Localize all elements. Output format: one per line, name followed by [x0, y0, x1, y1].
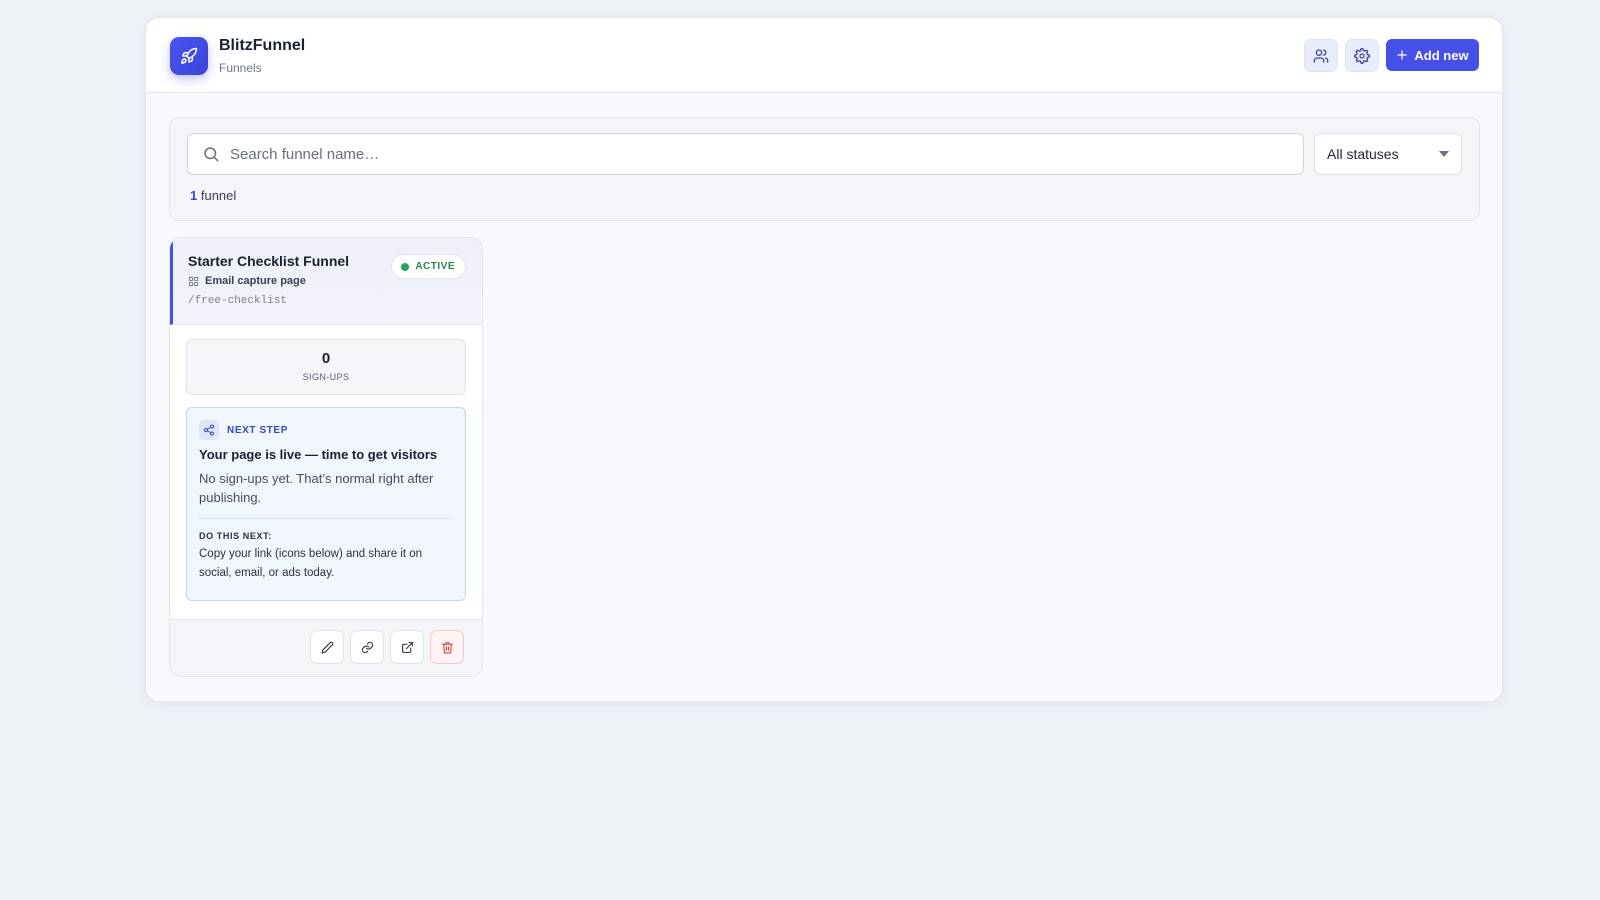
copy-link-button[interactable] [350, 630, 384, 664]
funnel-type-label: Email capture page [205, 275, 306, 287]
brand-name: BlitzFunnel [219, 37, 306, 54]
edit-button[interactable] [310, 630, 344, 664]
plus-icon [1397, 50, 1408, 60]
next-step-description: No sign-ups yet. That’s normal right aft… [199, 471, 434, 505]
link-icon [361, 641, 373, 653]
status-filter-select[interactable]: All statuses [1314, 133, 1462, 175]
settings-button[interactable] [1345, 39, 1379, 72]
layout-icon [188, 276, 199, 286]
funnel-card-actions [170, 619, 482, 676]
funnel-card: Starter Checklist Funnel Email capture p… [169, 237, 483, 677]
funnel-count: 1 funnel [190, 188, 236, 203]
filter-panel: All statuses 1 funnel [169, 117, 1480, 221]
open-page-button[interactable] [390, 630, 424, 664]
status-badge: ACTIVE [391, 254, 466, 279]
signups-value: 0 [321, 350, 331, 367]
do-this-next-text: Copy your link (icons below) and share i… [199, 548, 423, 579]
funnel-title: Starter Checklist Funnel [188, 253, 350, 269]
signups-stat: 0 SIGN-UPS [186, 339, 466, 395]
main-content: All statuses 1 funnel Starter Checklist … [146, 93, 1502, 701]
next-step-header: NEXT STEP [199, 420, 288, 440]
header: BlitzFunnel Funnels Add new [146, 18, 1502, 93]
funnel-card-header: Starter Checklist Funnel Email capture p… [170, 238, 482, 325]
chevron-down-icon [1439, 151, 1449, 157]
do-this-next-label: DO THIS NEXT: [199, 531, 272, 541]
pencil-icon [321, 641, 333, 653]
search-input[interactable] [230, 145, 1290, 163]
users-icon [1313, 48, 1329, 63]
delete-button[interactable] [430, 630, 464, 664]
app-window: BlitzFunnel Funnels Add new Search funne… [145, 17, 1503, 702]
next-step-panel: NEXT STEP Your page is live — time to ge… [186, 407, 466, 601]
external-link-icon [401, 641, 413, 653]
signups-label: SIGN-UPS [302, 372, 350, 382]
brand-subtitle: Funnels [219, 61, 262, 75]
status-dot-icon [401, 262, 410, 271]
status-filter-value: All statuses [1327, 146, 1399, 162]
gear-icon [1354, 47, 1370, 64]
funnel-count-label: funnel [197, 188, 237, 203]
brand: BlitzFunnel Funnels [219, 37, 305, 75]
search-box[interactable] [187, 133, 1304, 175]
trash-icon [441, 641, 453, 653]
team-button[interactable] [1304, 39, 1338, 72]
funnel-slug: /free-checklist [188, 295, 288, 307]
share-icon [199, 420, 219, 440]
add-new-label: Add new [1414, 47, 1469, 63]
add-new-button[interactable]: Add new [1386, 39, 1479, 71]
search-icon [204, 147, 219, 162]
divider [199, 518, 453, 519]
funnel-type: Email capture page [188, 275, 306, 287]
rocket-icon [170, 37, 208, 75]
status-label: ACTIVE [415, 261, 455, 272]
next-step-title: Your page is live — time to get visitors [199, 447, 438, 462]
next-step-label: NEXT STEP [227, 424, 288, 436]
